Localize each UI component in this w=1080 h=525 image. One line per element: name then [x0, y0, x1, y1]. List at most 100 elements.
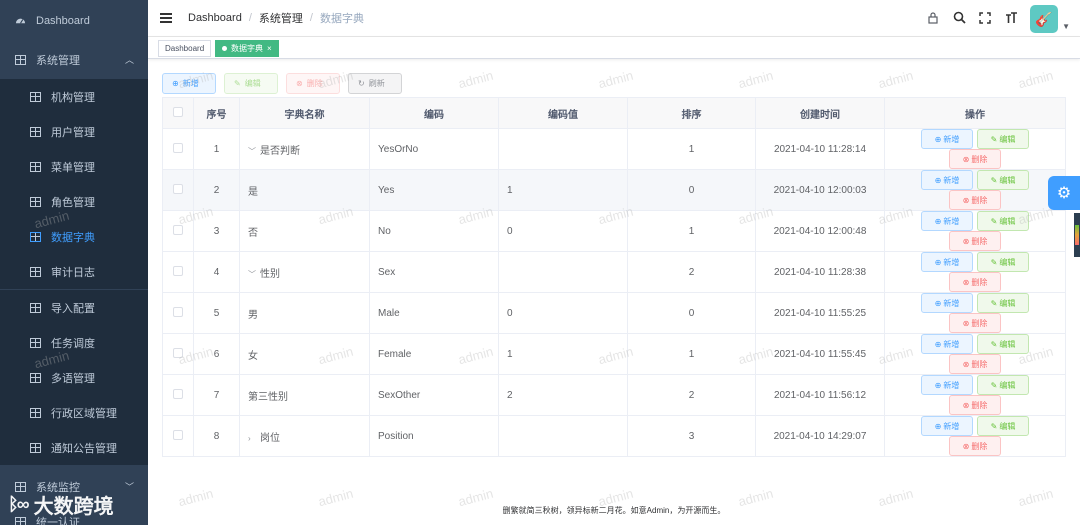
checkbox-cell	[162, 374, 194, 416]
chevron-down-icon: ﹀	[124, 482, 134, 492]
sidebar-item-label: Dashboard	[36, 14, 90, 27]
row-checkbox[interactable]	[173, 306, 183, 317]
caret-down-icon[interactable]: ▼	[1062, 22, 1070, 31]
value-cell: 1	[498, 169, 628, 211]
breadcrumb-item[interactable]: Dashboard	[188, 12, 242, 24]
row-checkbox[interactable]	[173, 183, 183, 194]
table-row[interactable]: 4 ﹀ 性别 Sex 2 2021-04-10 11:28:38 ⊕ 新增 ✎ 编辑 ⊗ 删…	[162, 251, 1066, 293]
checkbox-cell	[162, 415, 194, 457]
row-edit-button[interactable]: ✎ 编辑	[977, 416, 1029, 436]
row-add-button[interactable]: ⊕ 新增	[921, 416, 973, 436]
code-cell: No	[369, 210, 499, 252]
row-checkbox[interactable]	[173, 429, 183, 440]
button-label: 编辑	[999, 134, 1016, 144]
settings-button[interactable]: ⚙	[1048, 176, 1080, 210]
value-cell: 0	[498, 292, 628, 334]
column-header: 编码值	[498, 97, 628, 129]
sidebar-item-jobs[interactable]: 任务调度	[0, 325, 148, 360]
button-label: 编辑	[244, 79, 261, 88]
add-button[interactable]: ⊕ 新增	[162, 73, 216, 94]
row-add-button[interactable]: ⊕ 新增	[921, 375, 973, 395]
row-delete-button[interactable]: ⊗ 删除	[949, 313, 1001, 333]
sidebar-item-org[interactable]: 机构管理	[0, 79, 148, 114]
sidebar-item-dictionary[interactable]: 数据字典	[0, 219, 148, 254]
row-checkbox[interactable]	[173, 388, 183, 399]
row-edit-button[interactable]: ✎ 编辑	[977, 211, 1029, 231]
row-checkbox[interactable]	[173, 265, 183, 276]
refresh-button[interactable]: ↻ 刷新	[348, 73, 402, 94]
sidebar-item-label: 行政区域管理	[51, 407, 117, 420]
row-edit-button[interactable]: ✎ 编辑	[977, 375, 1029, 395]
row-add-button[interactable]: ⊕ 新增	[921, 170, 973, 190]
chevron-down-icon[interactable]: ﹀	[248, 146, 260, 157]
table-row[interactable]: 1 ﹀ 是否判断 YesOrNo 1 2021-04-10 11:28:14 ⊕ 新…	[162, 128, 1066, 170]
column-header: 排序	[627, 97, 756, 129]
lock-icon[interactable]	[926, 11, 940, 27]
plus-circle-icon: ⊕	[172, 79, 179, 88]
sidebar-item-roles[interactable]: 角色管理	[0, 184, 148, 219]
row-edit-button[interactable]: ✎ 编辑	[977, 293, 1029, 313]
row-edit-button[interactable]: ✎ 编辑	[977, 170, 1029, 190]
ops-cell: ⊕ 新增 ✎ 编辑 ⊗ 删除	[884, 251, 1066, 293]
select-all-checkbox[interactable]	[173, 106, 183, 117]
table-row[interactable]: 7 第三性别 SexOther 2 2 2021-04-10 11:56:12 …	[162, 374, 1066, 416]
row-delete-button[interactable]: ⊗ 删除	[949, 231, 1001, 251]
sidebar-item-dashboard[interactable]: Dashboard	[0, 3, 148, 38]
delete-button[interactable]: ⊗ 删除	[286, 73, 340, 94]
row-checkbox[interactable]	[173, 347, 183, 358]
header-tools: 🎸 ▼	[926, 5, 1070, 33]
sidebar-item-import-config[interactable]: 导入配置	[0, 290, 148, 325]
sidebar-item-users[interactable]: 用户管理	[0, 114, 148, 149]
row-delete-button[interactable]: ⊗ 删除	[949, 190, 1001, 210]
seq-cell: 7	[193, 374, 240, 416]
row-add-button[interactable]: ⊕ 新增	[921, 293, 973, 313]
row-edit-button[interactable]: ✎ 编辑	[977, 129, 1029, 149]
sidebar-item-i18n[interactable]: 多语管理	[0, 360, 148, 395]
row-add-button[interactable]: ⊕ 新增	[921, 334, 973, 354]
sidebar-item-notices[interactable]: 通知公告管理	[0, 430, 148, 465]
sort-cell: 1	[627, 128, 756, 170]
table-row[interactable]: 5 男 Male 0 0 2021-04-10 11:55:25 ⊕ 新增 ✎ 编辑 ⊗…	[162, 292, 1066, 334]
row-delete-button[interactable]: ⊗ 删除	[949, 395, 1001, 415]
edit-button[interactable]: ✎ 编辑	[224, 73, 278, 94]
row-add-button[interactable]: ⊕ 新增	[921, 252, 973, 272]
row-edit-button[interactable]: ✎ 编辑	[977, 252, 1029, 272]
table-row[interactable]: 8 › 岗位 Position 3 2021-04-10 14:29:07 ⊕ 新增…	[162, 415, 1066, 457]
row-delete-button[interactable]: ⊗ 删除	[949, 272, 1001, 292]
table-icon	[29, 126, 41, 138]
close-icon[interactable]: ×	[267, 44, 272, 53]
sidebar-item-audit-log[interactable]: 审计日志	[0, 254, 148, 289]
chevron-right-icon[interactable]: ›	[248, 434, 260, 443]
avatar[interactable]: 🎸	[1030, 5, 1059, 33]
chevron-down-icon[interactable]: ﹀	[248, 269, 260, 280]
fullscreen-icon[interactable]	[978, 11, 992, 27]
ops-cell: ⊕ 新增 ✎ 编辑 ⊗ 删除	[884, 292, 1066, 334]
name-text: 是否判断	[260, 145, 300, 157]
tag-dictionary[interactable]: 数据字典 ×	[215, 40, 279, 57]
sidebar-group-system[interactable]: 系统管理 ︿	[0, 42, 148, 77]
row-checkbox[interactable]	[173, 142, 183, 153]
tag-dashboard[interactable]: Dashboard	[158, 40, 212, 57]
row-checkbox[interactable]	[173, 224, 183, 235]
column-header: 序号	[193, 97, 240, 129]
table-row[interactable]: 3 否 No 0 1 2021-04-10 12:00:48 ⊕ 新增 ✎ 编辑 ⊗ 删除	[162, 210, 1066, 252]
hamburger-icon[interactable]	[160, 13, 172, 23]
row-delete-button[interactable]: ⊗ 删除	[949, 436, 1001, 456]
row-edit-button[interactable]: ✎ 编辑	[977, 334, 1029, 354]
search-icon[interactable]	[952, 11, 966, 27]
table-row[interactable]: 6 女 Female 1 1 2021-04-10 11:55:45 ⊕ 新增 ✎ 编…	[162, 333, 1066, 375]
table-row[interactable]: 2 是 Yes 1 0 2021-04-10 12:00:03 ⊕ 新增 ✎ 编辑 ⊗ 删…	[162, 169, 1066, 211]
checkbox-cell	[162, 292, 194, 334]
side-handle[interactable]	[1074, 213, 1080, 257]
row-delete-button[interactable]: ⊗ 删除	[949, 149, 1001, 169]
time-cell: 2021-04-10 11:28:14	[755, 128, 885, 170]
button-label: 刷新	[368, 79, 385, 88]
font-size-icon[interactable]	[1004, 11, 1018, 27]
breadcrumb-item[interactable]: 系统管理	[259, 10, 303, 26]
row-delete-button[interactable]: ⊗ 删除	[949, 354, 1001, 374]
sidebar-item-regions[interactable]: 行政区域管理	[0, 395, 148, 430]
button-label: 编辑	[999, 175, 1016, 185]
row-add-button[interactable]: ⊕ 新增	[921, 129, 973, 149]
row-add-button[interactable]: ⊕ 新增	[921, 211, 973, 231]
sidebar-item-menus[interactable]: 菜单管理	[0, 149, 148, 184]
